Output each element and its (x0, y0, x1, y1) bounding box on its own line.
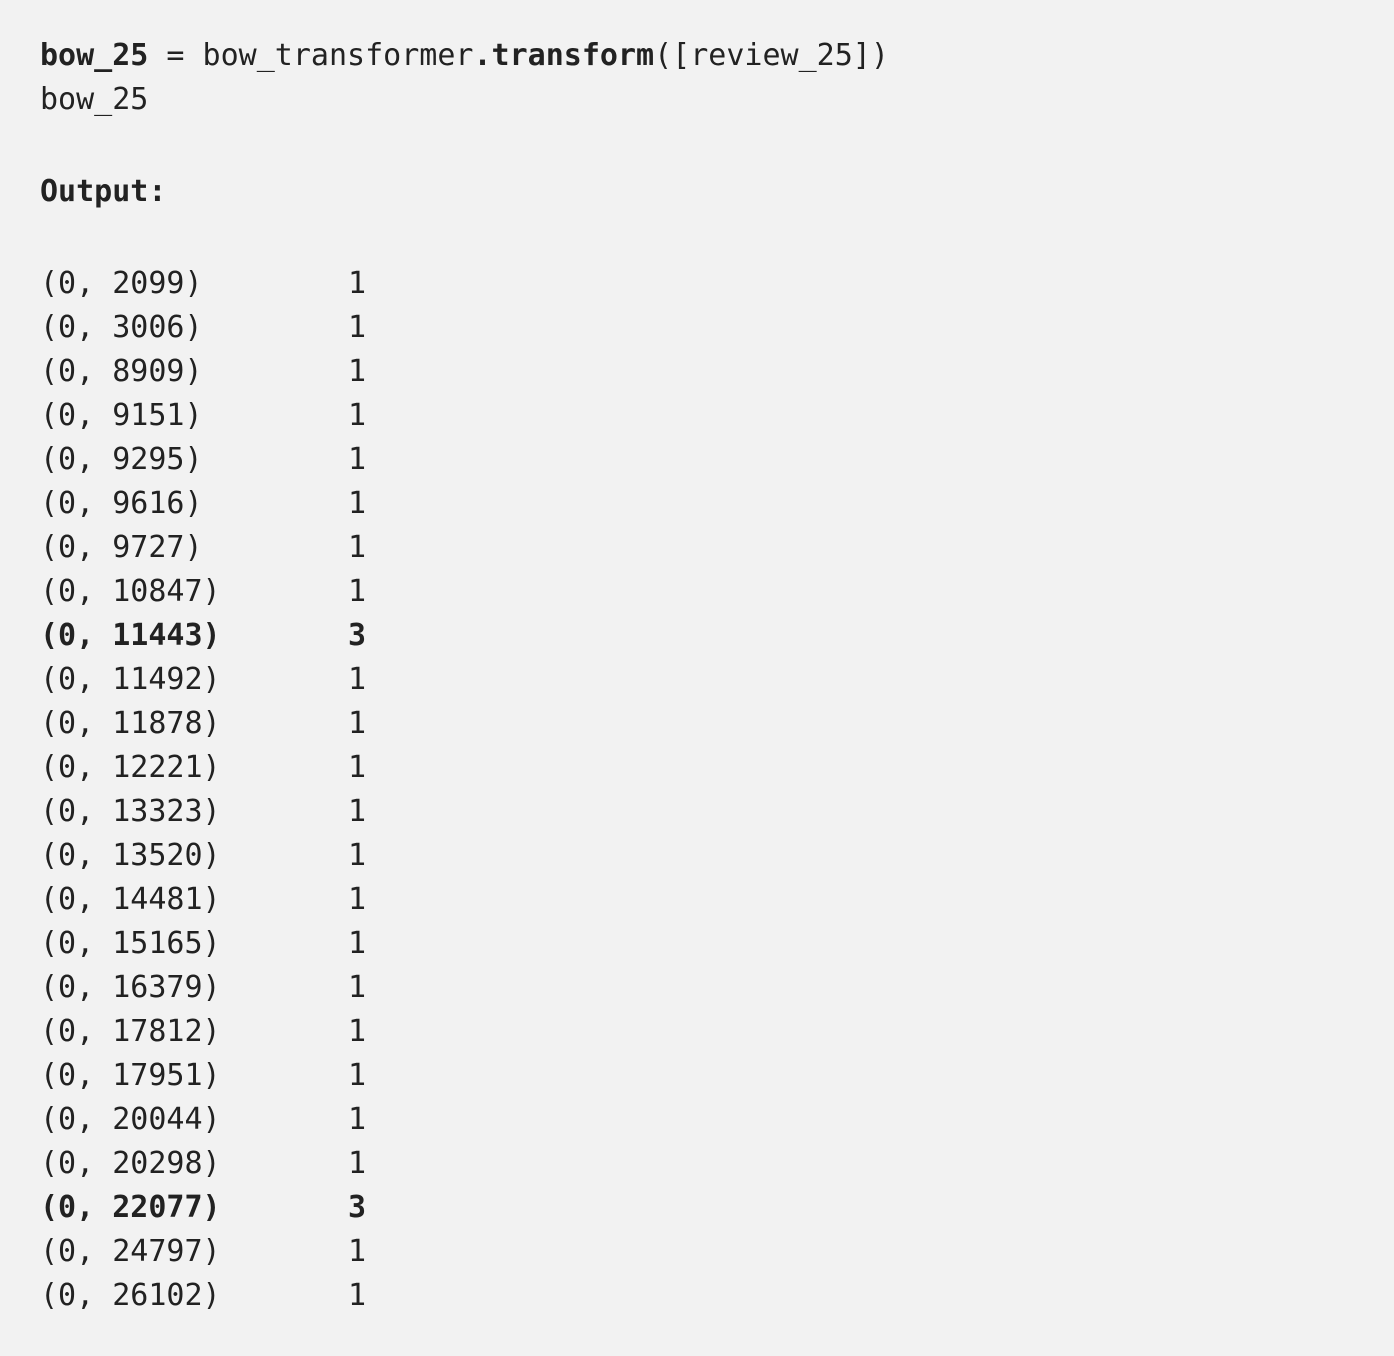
row-count: 1 (348, 574, 367, 609)
row-index: (0, 9616) (40, 486, 203, 521)
row-count: 1 (348, 530, 367, 565)
output-row: (0, 9151) 1 (40, 394, 1360, 438)
output-row: (0, 9295) 1 (40, 438, 1360, 482)
output-label: Output: (40, 174, 167, 209)
row-count: 1 (348, 1014, 367, 1049)
output-row: (0, 14481) 1 (40, 878, 1360, 922)
output-row: (0, 26102) 1 (40, 1274, 1360, 1318)
row-index: (0, 13520) (40, 838, 221, 873)
code-arguments: ([review_25]) (654, 38, 889, 73)
row-count: 1 (348, 398, 367, 433)
output-row: (0, 17951) 1 (40, 1054, 1360, 1098)
output-row: (0, 17812) 1 (40, 1010, 1360, 1054)
output-row: (0, 15165) 1 (40, 922, 1360, 966)
row-index: (0, 8909) (40, 354, 203, 389)
row-count: 1 (348, 486, 367, 521)
output-row: (0, 8909) 1 (40, 350, 1360, 394)
row-count: 1 (348, 838, 367, 873)
output-row: (0, 9727) 1 (40, 526, 1360, 570)
row-index: (0, 20298) (40, 1146, 221, 1181)
output-row: (0, 11443) 3 (40, 614, 1360, 658)
row-count: 1 (348, 266, 367, 301)
row-index: (0, 11492) (40, 662, 221, 697)
row-count: 1 (348, 706, 367, 741)
row-count: 1 (348, 442, 367, 477)
row-count: 1 (348, 970, 367, 1005)
output-row: (0, 2099) 1 (40, 262, 1360, 306)
row-index: (0, 11443) (40, 618, 221, 653)
row-index: (0, 2099) (40, 266, 203, 301)
row-index: (0, 10847) (40, 574, 221, 609)
output-row: (0, 22077) 3 (40, 1186, 1360, 1230)
code-assignment: = bow_transformer (148, 38, 474, 73)
row-index: (0, 16379) (40, 970, 221, 1005)
row-index: (0, 13323) (40, 794, 221, 829)
output-row: (0, 9616) 1 (40, 482, 1360, 526)
output-row: (0, 10847) 1 (40, 570, 1360, 614)
row-count: 1 (348, 662, 367, 697)
output-row: (0, 20298) 1 (40, 1142, 1360, 1186)
row-index: (0, 9295) (40, 442, 203, 477)
code-variable: bow_25 (40, 38, 149, 73)
code-block: bow_25 = bow_transformer.transform([revi… (40, 34, 1360, 1318)
output-row: (0, 11878) 1 (40, 702, 1360, 746)
row-count: 1 (348, 1146, 367, 1181)
output-row: (0, 3006) 1 (40, 306, 1360, 350)
row-count: 1 (348, 750, 367, 785)
code-method: .transform (473, 38, 655, 73)
output-row: (0, 24797) 1 (40, 1230, 1360, 1274)
row-count: 3 (348, 618, 367, 653)
row-count: 1 (348, 1102, 367, 1137)
row-count: 1 (348, 354, 367, 389)
row-count: 1 (348, 310, 367, 345)
row-index: (0, 17812) (40, 1014, 221, 1049)
row-count: 3 (348, 1190, 367, 1225)
output-row: (0, 11492) 1 (40, 658, 1360, 702)
row-count: 1 (348, 1058, 367, 1093)
output-table: (0, 2099) 1 (0, 3006) 1 (0, 8909) 1 (0, 9151) 1… (40, 262, 1360, 1318)
output-row: (0, 16379) 1 (40, 966, 1360, 1010)
row-index: (0, 24797) (40, 1234, 221, 1269)
output-row: (0, 13520) 1 (40, 834, 1360, 878)
row-count: 1 (348, 1234, 367, 1269)
row-index: (0, 3006) (40, 310, 203, 345)
row-index: (0, 11878) (40, 706, 221, 741)
code-line-transform: bow_25 = bow_transformer.transform([revi… (40, 34, 1360, 78)
row-count: 1 (348, 926, 367, 961)
row-index: (0, 26102) (40, 1278, 221, 1313)
output-row: (0, 12221) 1 (40, 746, 1360, 790)
code-line-echo: bow_25 (40, 82, 149, 117)
row-index: (0, 9727) (40, 530, 203, 565)
row-count: 1 (348, 1278, 367, 1313)
row-count: 1 (348, 882, 367, 917)
row-index: (0, 20044) (40, 1102, 221, 1137)
row-index: (0, 12221) (40, 750, 221, 785)
row-index: (0, 15165) (40, 926, 221, 961)
row-index: (0, 22077) (40, 1190, 221, 1225)
output-row: (0, 20044) 1 (40, 1098, 1360, 1142)
row-index: (0, 9151) (40, 398, 203, 433)
row-count: 1 (348, 794, 367, 829)
row-index: (0, 17951) (40, 1058, 221, 1093)
output-row: (0, 13323) 1 (40, 790, 1360, 834)
row-index: (0, 14481) (40, 882, 221, 917)
